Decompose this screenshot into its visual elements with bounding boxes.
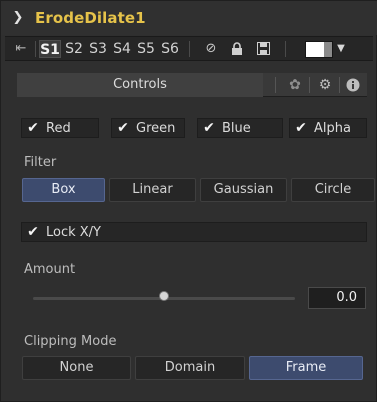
node-header[interactable]: ❯ ErodeDilate1 (1, 1, 377, 35)
toolbar-divider (189, 41, 190, 57)
blue-checkbox-label: Blue (222, 120, 251, 136)
channel-checkboxes: ✔ Red ✔ Green ✔ Blue ✔ Alpha (21, 118, 367, 138)
alpha-checkbox-label: Alpha (314, 120, 351, 136)
filter-option-gaussian[interactable]: Gaussian (200, 178, 287, 202)
node-inspector-panel: ❯ ErodeDilate1 ⇤ S1 S2 S3 S4 S5 S6 ⊘ ▼ C… (0, 0, 377, 402)
clipping-option-frame[interactable]: Frame (249, 356, 363, 380)
tab-controls[interactable]: Controls (17, 73, 263, 97)
inspector-toolbar: ⇤ S1 S2 S3 S4 S5 S6 ⊘ ▼ (5, 36, 373, 61)
clipping-mode-selector: None Domain Frame (22, 356, 363, 380)
filter-selector: Box Linear Gaussian Circle (22, 178, 375, 202)
checkmark-icon: ✔ (27, 224, 39, 240)
checkmark-icon: ✔ (203, 120, 215, 136)
checkmark-icon: ✔ (27, 120, 39, 136)
color-swatch-icon[interactable] (305, 41, 333, 58)
toolbar-divider (285, 41, 286, 57)
filter-option-linear[interactable]: Linear (109, 178, 196, 202)
lock-xy-checkbox[interactable]: ✔ Lock X/Y (21, 222, 367, 242)
clipping-option-none[interactable]: None (22, 356, 131, 380)
node-title: ErodeDilate1 (35, 9, 146, 27)
toolbar-divider (35, 41, 36, 57)
amount-slider-handle[interactable] (159, 291, 169, 301)
disable-icon[interactable]: ⊘ (201, 40, 221, 58)
tab-divider (275, 77, 276, 93)
filter-option-box[interactable]: Box (22, 178, 105, 202)
red-checkbox-label: Red (46, 120, 71, 136)
version-slot-s2[interactable]: S2 (63, 40, 85, 58)
green-checkbox[interactable]: ✔ Green (111, 118, 185, 138)
filter-label: Filter (24, 155, 57, 170)
version-slot-s6[interactable]: S6 (159, 40, 181, 58)
alpha-checkbox[interactable]: ✔ Alpha (289, 118, 367, 138)
green-checkbox-label: Green (136, 120, 176, 136)
amount-value-input[interactable]: 0.0 (308, 287, 366, 309)
filter-option-circle[interactable]: Circle (291, 178, 375, 202)
tab-divider (309, 77, 310, 93)
version-slot-s1[interactable]: S1 (39, 40, 61, 58)
gear-icon[interactable]: ⚙ (311, 73, 339, 97)
save-icon[interactable] (253, 40, 273, 58)
clipping-option-domain[interactable]: Domain (135, 356, 245, 380)
pin-icon[interactable]: ⇤ (11, 41, 31, 57)
clipping-mode-label: Clipping Mode (24, 334, 117, 349)
lock-xy-label: Lock X/Y (46, 224, 102, 240)
version-slot-s4[interactable]: S4 (111, 40, 133, 58)
chevron-down-icon[interactable]: ❯ (11, 11, 25, 25)
checkmark-icon: ✔ (117, 120, 129, 136)
settings-icon[interactable]: ✿ (281, 73, 309, 97)
caret-down-icon[interactable]: ▼ (333, 40, 349, 58)
red-checkbox[interactable]: ✔ Red (21, 118, 99, 138)
info-icon[interactable] (339, 73, 367, 97)
amount-label: Amount (24, 262, 76, 277)
inspector-tabs: Controls ✿ ⚙ (17, 73, 367, 97)
checkmark-icon: ✔ (295, 120, 307, 136)
version-slot-s5[interactable]: S5 (135, 40, 157, 58)
blue-checkbox[interactable]: ✔ Blue (197, 118, 283, 138)
version-slot-s3[interactable]: S3 (87, 40, 109, 58)
lock-icon[interactable] (227, 40, 247, 58)
